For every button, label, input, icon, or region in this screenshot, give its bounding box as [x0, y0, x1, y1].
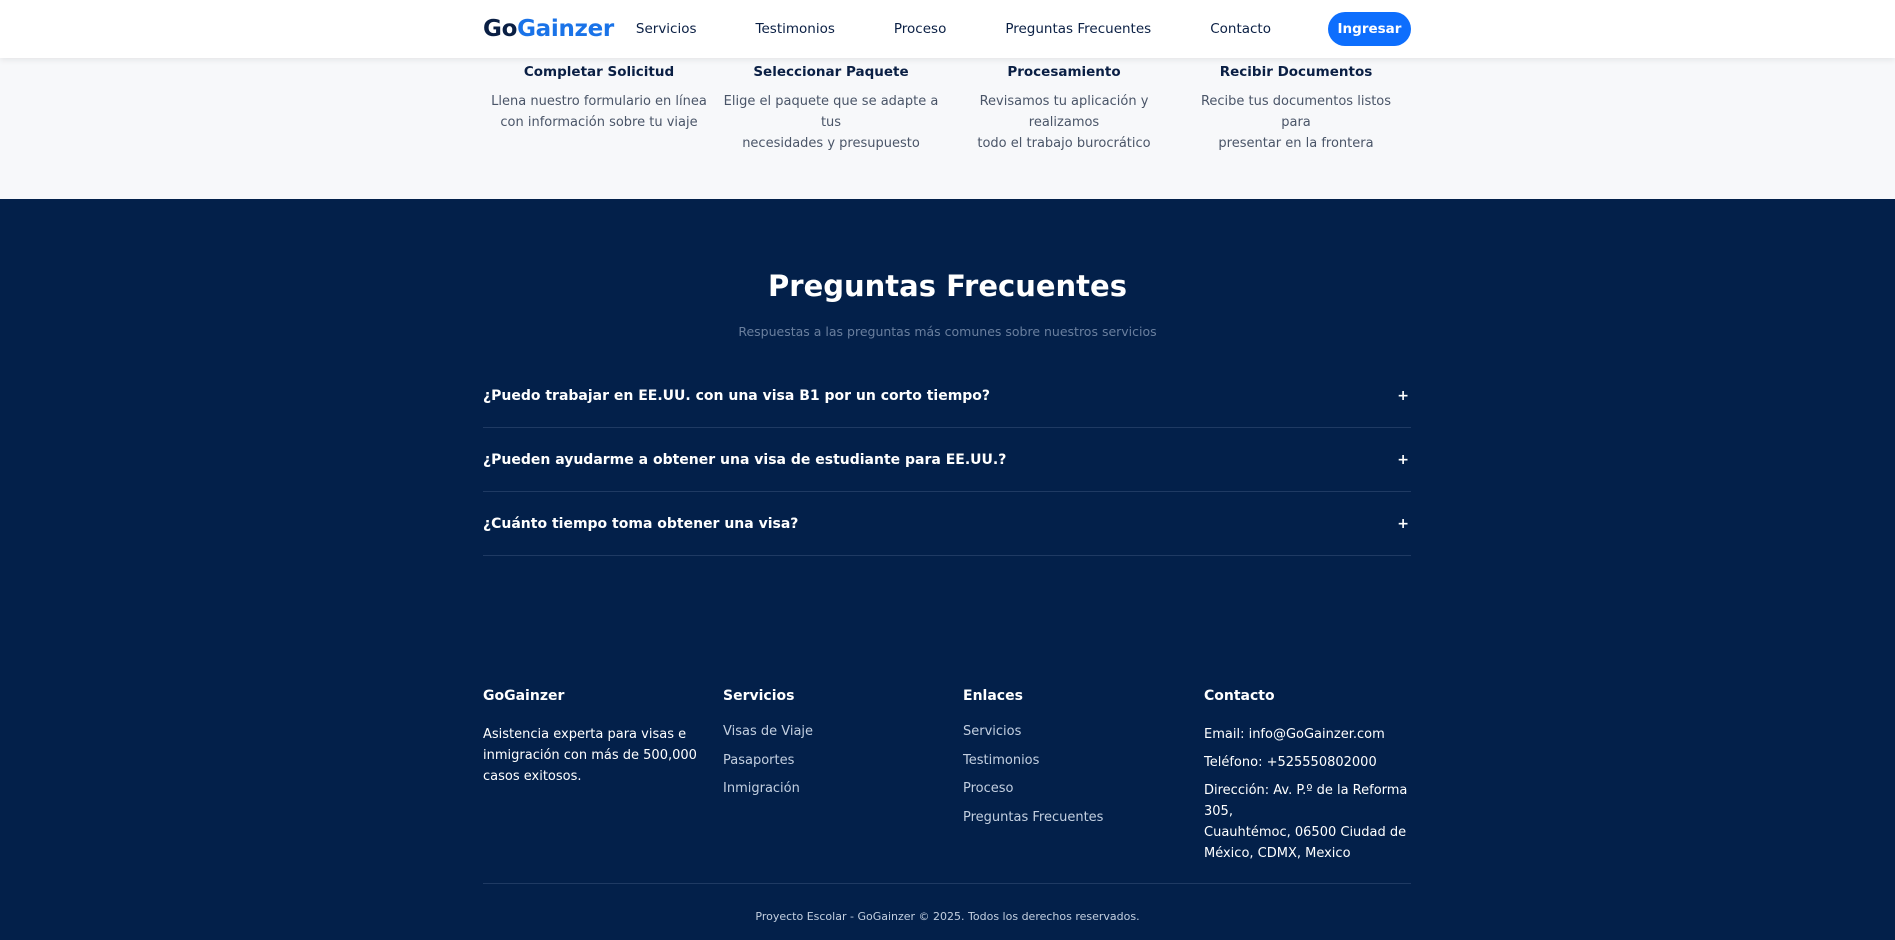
- footer-about: GoGainzer Asistencia experta para visas …: [483, 688, 703, 787]
- step-description-line: Llena nuestro formulario en línea: [491, 94, 707, 109]
- contact-address: Dirección: Av. P.º de la Reforma 305, Cu…: [1204, 780, 1419, 864]
- process-step: Recibir Documentos Recibe tus documentos…: [1186, 64, 1406, 154]
- nav-link-proceso[interactable]: Proceso: [894, 21, 946, 37]
- footer-contact-title: Contacto: [1204, 688, 1275, 704]
- footer-link-preguntas-frecuentes[interactable]: Preguntas Frecuentes: [963, 810, 1183, 839]
- footer-links-title: Enlaces: [963, 688, 1023, 704]
- process-step: Procesamiento Revisamos tu aplicación y …: [954, 64, 1174, 154]
- step-title: Completar Solicitud: [523, 64, 675, 80]
- step-title: Procesamiento: [1007, 64, 1121, 80]
- navbar-inner: GoGainzer Servicios Testimonios Proceso …: [483, 0, 1411, 58]
- login-button[interactable]: Ingresar: [1328, 12, 1411, 46]
- footer-link-proceso[interactable]: Proceso: [963, 781, 1183, 810]
- footer-link-servicios[interactable]: Servicios: [963, 724, 1183, 753]
- step-description: Recibe tus documentos listos para presen…: [1186, 91, 1406, 154]
- brand-logo[interactable]: GoGainzer: [483, 16, 614, 42]
- plus-icon[interactable]: +: [1397, 452, 1409, 468]
- footer-about-text: Asistencia experta para visas e inmigrac…: [483, 724, 703, 787]
- footer-services: Servicios Visas de Viaje Pasaportes Inmi…: [723, 688, 943, 810]
- contact-address-line: Dirección: Av. P.º de la Reforma 305,: [1204, 783, 1408, 819]
- step-description-line: Revisamos tu aplicación y realizamos: [979, 94, 1149, 130]
- footer-link-pasaportes[interactable]: Pasaportes: [723, 753, 943, 782]
- navbar: GoGainzer Servicios Testimonios Proceso …: [0, 0, 1895, 58]
- faq-question: ¿Cuánto tiempo toma obtener una visa?: [483, 515, 799, 532]
- step-description-line: presentar en la frontera: [1218, 136, 1374, 151]
- step-description: Elige el paquete que se adapte a tus nec…: [721, 91, 941, 154]
- faq-subtitle: Respuestas a las preguntas más comunes s…: [738, 324, 1157, 339]
- step-description-line: Recibe tus documentos listos para: [1200, 94, 1392, 130]
- plus-icon[interactable]: +: [1397, 388, 1409, 404]
- faq-item[interactable]: ¿Pueden ayudarme a obtener una visa de e…: [483, 428, 1411, 492]
- brand-logo-gainzer: Gainzer: [517, 16, 614, 42]
- step-title: Seleccionar Paquete: [753, 64, 909, 80]
- nav-link-servicios[interactable]: Servicios: [636, 21, 697, 37]
- faq-item[interactable]: ¿Cuánto tiempo toma obtener una visa? +: [483, 492, 1411, 556]
- step-description-line: todo el trabajo burocrático: [977, 136, 1151, 151]
- footer-divider: [483, 883, 1411, 884]
- faq-section: Preguntas Frecuentes Respuestas a las pr…: [0, 199, 1895, 940]
- nav-link-testimonios[interactable]: Testimonios: [756, 21, 835, 37]
- process-section: Completar Solicitud Llena nuestro formul…: [0, 58, 1895, 199]
- footer-link-inmigracion[interactable]: Inmigración: [723, 781, 943, 810]
- step-title: Recibir Documentos: [1219, 64, 1373, 80]
- nav-links: Servicios Testimonios Proceso Preguntas …: [636, 12, 1411, 46]
- faq-question: ¿Pueden ayudarme a obtener una visa de e…: [483, 451, 1007, 468]
- process-step: Seleccionar Paquete Elige el paquete que…: [721, 64, 941, 154]
- footer-about-title: GoGainzer: [483, 688, 565, 704]
- contact-phone[interactable]: Teléfono: +525550802000: [1204, 752, 1419, 773]
- faq-title: Preguntas Frecuentes: [768, 269, 1127, 303]
- step-description: Llena nuestro formulario en línea con in…: [489, 91, 709, 133]
- footer-about-line: inmigración con más de 500,000: [483, 748, 697, 763]
- faq-list: ¿Puedo trabajar en EE.UU. con una visa B…: [483, 364, 1411, 556]
- process-step: Completar Solicitud Llena nuestro formul…: [489, 64, 709, 133]
- footer-links: Enlaces Servicios Testimonios Proceso Pr…: [963, 688, 1183, 838]
- step-description-line: necesidades y presupuesto: [742, 136, 920, 151]
- step-description-line: Elige el paquete que se adapte a tus: [723, 94, 939, 130]
- contact-email[interactable]: Email: info@GoGainzer.com: [1204, 724, 1419, 745]
- copyright-text: Proyecto Escolar - GoGainzer © 2025. Tod…: [755, 910, 1140, 923]
- faq-question: ¿Puedo trabajar en EE.UU. con una visa B…: [483, 387, 991, 404]
- footer-services-title: Servicios: [723, 688, 795, 704]
- contact-address-line: Cuauhtémoc, 06500 Ciudad de: [1204, 825, 1407, 840]
- step-description-line: con información sobre tu viaje: [500, 115, 698, 130]
- nav-link-contacto[interactable]: Contacto: [1210, 21, 1271, 37]
- footer-about-line: casos exitosos.: [483, 769, 582, 784]
- footer-about-line: Asistencia experta para visas e: [483, 727, 687, 742]
- nav-link-preguntas-frecuentes[interactable]: Preguntas Frecuentes: [1005, 21, 1151, 37]
- step-description: Revisamos tu aplicación y realizamos tod…: [954, 91, 1174, 154]
- brand-logo-go: Go: [483, 16, 518, 42]
- contact-address-line: México, CDMX, Mexico: [1204, 846, 1351, 861]
- footer-link-testimonios[interactable]: Testimonios: [963, 753, 1183, 782]
- plus-icon[interactable]: +: [1397, 516, 1409, 532]
- footer-contact: Contacto Email: info@GoGainzer.com Teléf…: [1204, 688, 1419, 871]
- footer-link-visas-de-viaje[interactable]: Visas de Viaje: [723, 724, 943, 753]
- faq-item[interactable]: ¿Puedo trabajar en EE.UU. con una visa B…: [483, 364, 1411, 428]
